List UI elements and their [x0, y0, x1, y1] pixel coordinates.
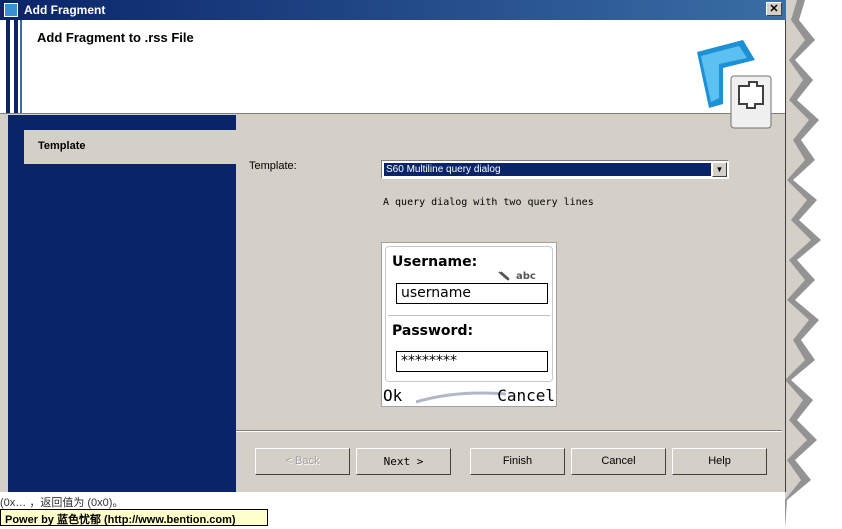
preview-right-softkey: Cancel	[497, 386, 555, 405]
preview-query-box: Username: abc username Password: *******…	[385, 246, 553, 382]
header-accent-bar	[14, 20, 18, 113]
swoosh-decoration-icon	[416, 391, 506, 404]
pen-input-icon	[498, 271, 510, 281]
watermark-bar: Power by 蓝色忧郁 (http://www.bention.com)	[0, 509, 268, 526]
finish-button[interactable]: Finish	[470, 448, 565, 475]
preview-password-field: ********	[396, 351, 548, 372]
cancel-button[interactable]: Cancel	[571, 448, 666, 475]
sidebar-item-template[interactable]: Template	[24, 130, 236, 164]
preview-left-softkey: Ok	[383, 386, 403, 405]
wizard-sidebar	[8, 115, 236, 492]
help-button[interactable]: Help	[672, 448, 767, 475]
add-fragment-dialog: Add Fragment ✕ Add Fragment to .rss File…	[0, 0, 786, 492]
puzzle-logo-icon	[697, 40, 772, 129]
watermark-text: Power by 蓝色忧郁 (http://www.bention.com)	[5, 514, 236, 526]
next-button[interactable]: Next >	[356, 448, 451, 475]
wizard-header: Add Fragment to .rss File	[0, 20, 785, 129]
preview-softkeys: Ok Cancel	[382, 384, 556, 406]
back-button[interactable]: < Back	[255, 448, 350, 475]
window-title: Add Fragment	[24, 3, 106, 17]
title-bar[interactable]: Add Fragment ✕	[0, 0, 786, 20]
template-select-value: S60 Multiline query dialog	[384, 163, 711, 176]
background-text: (0x… ，返回值为 (0x0)。	[0, 497, 124, 509]
header-accent-bar	[6, 20, 10, 113]
preview-separator	[388, 315, 550, 316]
button-separator	[236, 430, 782, 432]
template-select[interactable]: S60 Multiline query dialog ▼	[381, 160, 729, 179]
page-title: Add Fragment to .rss File	[37, 30, 194, 45]
chevron-down-icon[interactable]: ▼	[712, 162, 727, 177]
dialog-preview: Username: abc username Password: *******…	[381, 242, 557, 407]
preview-username-field: username	[396, 283, 548, 304]
app-icon	[4, 3, 18, 17]
preview-password-label: Password:	[392, 323, 474, 339]
template-label: Template:	[249, 160, 297, 172]
sidebar-item-label: Template	[38, 140, 86, 152]
template-description: A query dialog with two query lines	[383, 197, 594, 208]
input-mode-indicator: abc	[516, 271, 536, 282]
preview-username-label: Username:	[392, 254, 478, 270]
close-button[interactable]: ✕	[766, 2, 782, 16]
header-accent-bar	[20, 20, 22, 113]
torn-edge	[785, 0, 842, 529]
